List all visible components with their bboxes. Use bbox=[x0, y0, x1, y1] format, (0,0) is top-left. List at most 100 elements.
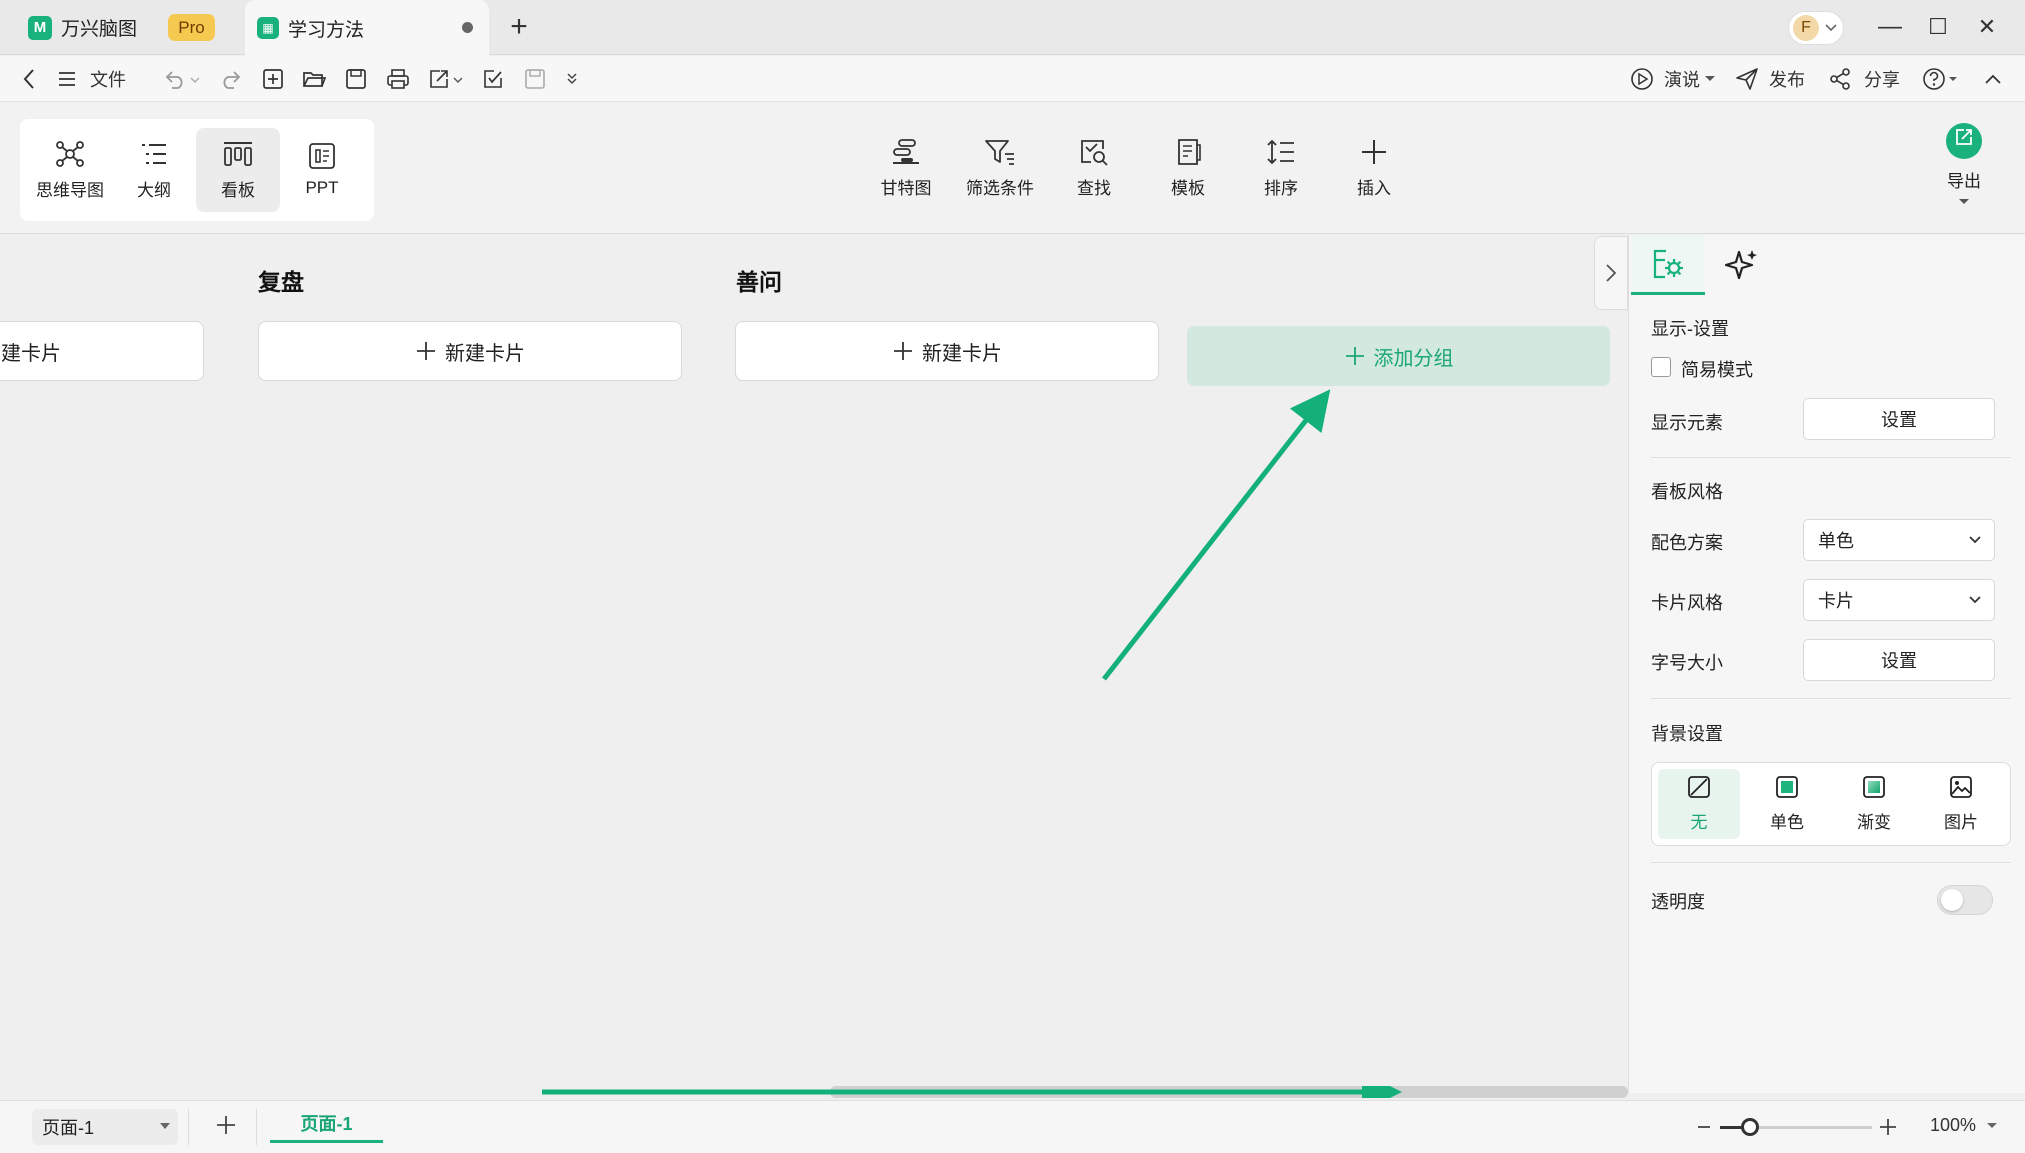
save-as-button[interactable] bbox=[524, 56, 546, 102]
page-select[interactable]: 页面-1 bbox=[32, 1109, 178, 1145]
export-menu-button[interactable] bbox=[428, 56, 464, 102]
show-elements-settings-button[interactable]: 设置 bbox=[1803, 398, 1995, 440]
ppt-icon bbox=[309, 143, 335, 169]
filter-button[interactable]: 筛选条件 bbox=[950, 103, 1050, 234]
kanban-doc-icon: ▦ bbox=[257, 17, 279, 39]
import-button[interactable] bbox=[482, 56, 504, 102]
import-icon bbox=[484, 70, 502, 88]
view-ppt[interactable]: PPT bbox=[280, 128, 364, 212]
view-kanban[interactable]: 看板 bbox=[196, 128, 280, 212]
background-gradient-option[interactable]: 渐变 bbox=[1833, 769, 1915, 839]
back-button[interactable] bbox=[22, 56, 36, 102]
annotation-arrow-diagonal bbox=[1102, 389, 1331, 681]
bg-option-label: 无 bbox=[1690, 813, 1708, 832]
title-bar: M 万兴脑图 Pro ▦ 学习方法 + F — ☐ ✕ bbox=[0, 0, 2025, 56]
find-button[interactable]: 查找 bbox=[1044, 103, 1144, 234]
maximize-button[interactable]: ☐ bbox=[1923, 14, 1953, 40]
avatar: F bbox=[1793, 15, 1819, 41]
save-button[interactable] bbox=[345, 56, 367, 102]
view-switcher: 思维导图 大纲 看板 PPT bbox=[20, 119, 374, 221]
view-mindmap[interactable]: 思维导图 bbox=[28, 128, 112, 212]
publish-button[interactable]: 发布 bbox=[1735, 56, 1805, 102]
add-page-button[interactable] bbox=[214, 1113, 238, 1142]
panel-tab-ai[interactable] bbox=[1705, 235, 1779, 295]
minimize-button[interactable]: — bbox=[1875, 14, 1905, 40]
share-label: 分享 bbox=[1864, 70, 1900, 90]
tool-label: 筛选条件 bbox=[966, 179, 1034, 198]
zoom-out-button[interactable] bbox=[1696, 1115, 1712, 1144]
page-tab-active[interactable]: 页面-1 bbox=[270, 1105, 383, 1143]
filter-icon bbox=[985, 140, 1014, 165]
board-style-heading: 看板风格 bbox=[1651, 482, 1723, 502]
caret-down-icon bbox=[160, 1123, 170, 1129]
no-background-icon bbox=[1688, 776, 1710, 798]
collapse-panel-button[interactable] bbox=[1594, 236, 1628, 310]
caret-down-icon bbox=[1959, 199, 1969, 204]
unsaved-dot-icon[interactable] bbox=[462, 22, 473, 33]
style-settings-icon bbox=[1653, 249, 1683, 278]
help-button[interactable] bbox=[1922, 56, 1962, 102]
font-size-settings-button[interactable]: 设置 bbox=[1803, 639, 1995, 681]
chevron-left-icon bbox=[23, 69, 34, 89]
minus-icon bbox=[1698, 1126, 1710, 1128]
folder-icon bbox=[303, 72, 326, 87]
sort-icon bbox=[1267, 139, 1294, 165]
document-tab[interactable]: ▦ 学习方法 bbox=[245, 0, 489, 56]
zoom-level[interactable]: 100% bbox=[1930, 1115, 1998, 1136]
undo-icon bbox=[165, 71, 200, 89]
show-elements-label: 显示元素 bbox=[1651, 413, 1723, 433]
simple-mode-checkbox[interactable] bbox=[1651, 357, 1671, 377]
collapse-toolbar-button[interactable] bbox=[1984, 56, 2002, 102]
zoom-level-value: 100% bbox=[1930, 1115, 1977, 1135]
zoom-slider[interactable] bbox=[1720, 1118, 1872, 1136]
export-button[interactable]: 导出 bbox=[1914, 103, 2014, 234]
mindmap-icon bbox=[56, 140, 84, 167]
open-file-button[interactable] bbox=[302, 56, 326, 102]
background-image-option[interactable]: 图片 bbox=[1920, 769, 2002, 839]
share-button[interactable]: 分享 bbox=[1828, 56, 1900, 102]
print-icon bbox=[387, 69, 409, 89]
color-scheme-value: 单色 bbox=[1818, 531, 1854, 551]
account-button[interactable]: F bbox=[1788, 11, 1844, 45]
gantt-button[interactable]: 甘特图 bbox=[856, 103, 956, 234]
opacity-toggle[interactable] bbox=[1937, 885, 1993, 915]
present-button[interactable]: 演说 bbox=[1630, 56, 1716, 102]
font-size-label: 字号大小 bbox=[1651, 653, 1723, 673]
undo-button[interactable] bbox=[164, 56, 200, 102]
new-file-button[interactable] bbox=[262, 56, 284, 102]
view-outline[interactable]: 大纲 bbox=[112, 128, 196, 212]
close-button[interactable]: ✕ bbox=[1972, 14, 2002, 40]
zoom-in-button[interactable] bbox=[1879, 1115, 1897, 1144]
file-menu[interactable]: 文件 bbox=[58, 56, 126, 102]
view-label: PPT bbox=[305, 178, 339, 197]
sort-button[interactable]: 排序 bbox=[1231, 103, 1331, 234]
view-label: 思维导图 bbox=[36, 180, 104, 200]
ribbon-toolbar: 思维导图 大纲 看板 PPT 甘特图 筛选条件 查找 模板 排序 插入 导出 bbox=[0, 103, 2025, 234]
pro-badge[interactable]: Pro bbox=[168, 14, 215, 41]
background-solid-option[interactable]: 单色 bbox=[1746, 769, 1828, 839]
chevron-down-icon bbox=[1825, 24, 1837, 32]
view-label: 大纲 bbox=[137, 180, 171, 200]
insert-button[interactable]: 插入 bbox=[1324, 103, 1424, 234]
bg-option-label: 渐变 bbox=[1857, 813, 1891, 832]
kanban-canvas[interactable]: 建卡片 复盘 新建卡片 善问 新建卡片 添加分组 bbox=[0, 235, 1628, 1093]
redo-button[interactable] bbox=[220, 56, 242, 102]
more-tools-button[interactable] bbox=[566, 56, 578, 102]
template-button[interactable]: 模板 bbox=[1138, 103, 1238, 234]
card-style-select[interactable]: 卡片 bbox=[1803, 579, 1995, 621]
print-button[interactable] bbox=[386, 56, 410, 102]
menu-bar: 文件 演说 发布 分享 bbox=[0, 56, 2025, 102]
horizontal-scrollbar[interactable] bbox=[0, 1086, 1628, 1098]
present-label: 演说 bbox=[1664, 70, 1700, 90]
new-tab-button[interactable]: + bbox=[504, 12, 534, 42]
panel-tab-style[interactable] bbox=[1631, 235, 1705, 295]
color-scheme-select[interactable]: 单色 bbox=[1803, 519, 1995, 561]
background-none-option[interactable]: 无 bbox=[1658, 769, 1740, 839]
gradient-icon bbox=[1863, 776, 1885, 798]
share-icon bbox=[1830, 68, 1850, 90]
save-as-icon bbox=[525, 69, 545, 89]
zoom-slider-knob[interactable] bbox=[1741, 1118, 1760, 1136]
paper-plane-icon bbox=[1736, 68, 1758, 90]
app-logo-icon: M bbox=[28, 15, 52, 40]
chevron-down-icon bbox=[1969, 536, 1981, 544]
